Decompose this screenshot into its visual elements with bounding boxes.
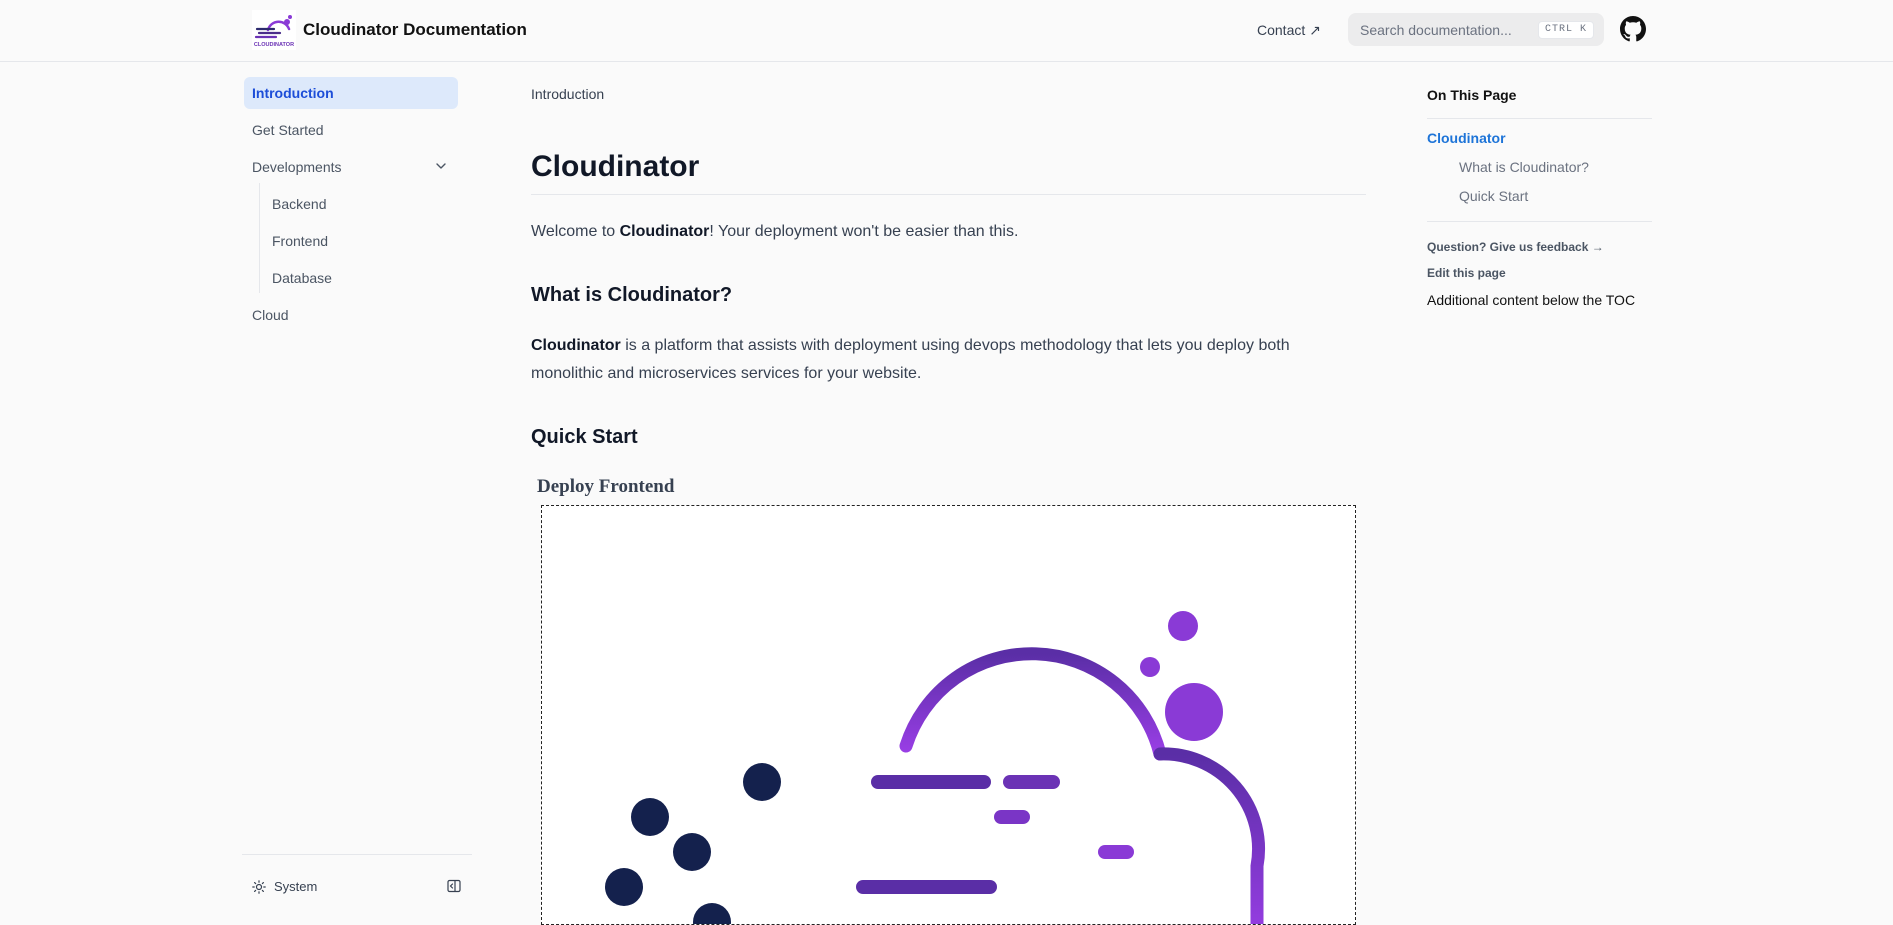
what-is-text: is a platform that assists with deployme… (531, 337, 1290, 382)
deploy-frontend-image (541, 505, 1356, 925)
sidebar-item-developments[interactable]: Developments (244, 151, 458, 183)
toc-link-what-is[interactable]: What is Cloudinator? (1459, 159, 1589, 175)
section-heading-quick-start: Quick Start (531, 426, 638, 448)
sidebar-item-label: Cloud (252, 307, 289, 323)
what-is-bold: Cloudinator (531, 337, 621, 354)
deploy-frontend-heading: Deploy Frontend (537, 476, 675, 497)
svg-text:CLOUDINATOR: CLOUDINATOR (254, 42, 294, 48)
collapse-sidebar-icon[interactable] (446, 878, 462, 894)
toc-heading: On This Page (1427, 87, 1517, 103)
github-icon[interactable] (1620, 16, 1646, 42)
sidebar-item-database[interactable]: Database (272, 262, 332, 294)
section-heading-what-is: What is Cloudinator? (531, 284, 733, 306)
toc-divider (1427, 221, 1652, 222)
site-title: Cloudinator Documentation (303, 20, 527, 39)
toc-link-cloudinator[interactable]: Cloudinator (1427, 130, 1506, 146)
sidebar-footer: System (242, 854, 472, 909)
cloudinator-illustration (605, 611, 1266, 924)
intro-text-before: Welcome to (531, 223, 620, 240)
brand-link[interactable]: CLOUDINATOR Cloudinator Documentation (252, 10, 527, 50)
intro-text-after: ! Your deployment won't be easier than t… (709, 223, 1019, 240)
sidebar-item-cloud[interactable]: Cloud (244, 299, 458, 331)
sidebar-item-label: Introduction (252, 85, 334, 101)
subnav-divider (259, 183, 260, 293)
sidebar-item-label: Get Started (252, 122, 324, 138)
cloudinator-logo: CLOUDINATOR (252, 10, 296, 50)
sun-icon (252, 879, 266, 894)
theme-label: System (274, 879, 318, 894)
what-is-paragraph: Cloudinator is a platform that assists w… (531, 332, 1351, 388)
feedback-link[interactable]: Question? Give us feedback → (1427, 240, 1604, 254)
sidebar: Introduction Get Started Developments Ba… (242, 62, 472, 909)
intro-paragraph: Welcome to Cloudinator! Your deployment … (531, 218, 1351, 246)
page-title: Cloudinator (531, 150, 1366, 195)
toc-extra-content: Additional content below the TOC (1427, 292, 1636, 308)
sidebar-item-introduction[interactable]: Introduction (244, 77, 458, 109)
top-navbar: CLOUDINATOR Cloudinator Documentation Co… (0, 0, 1893, 62)
sidebar-item-get-started[interactable]: Get Started (244, 114, 458, 146)
theme-switch-button[interactable]: System (252, 879, 317, 894)
sidebar-item-frontend[interactable]: Frontend (272, 225, 328, 257)
toc-divider (1427, 118, 1652, 119)
search-input[interactable] (1360, 21, 1540, 38)
search-box[interactable]: CTRL K (1348, 13, 1604, 46)
toc-link-quick-start[interactable]: Quick Start (1459, 188, 1528, 204)
sidebar-item-label: Developments (252, 159, 342, 175)
search-shortcut-badge: CTRL K (1537, 21, 1594, 39)
chevron-down-icon[interactable] (434, 159, 448, 173)
breadcrumb: Introduction (531, 86, 605, 102)
sidebar-item-backend[interactable]: Backend (272, 188, 326, 220)
contact-link[interactable]: Contact ↗ (1257, 22, 1321, 39)
intro-bold: Cloudinator (619, 223, 710, 240)
edit-page-link[interactable]: Edit this page (1427, 266, 1506, 280)
